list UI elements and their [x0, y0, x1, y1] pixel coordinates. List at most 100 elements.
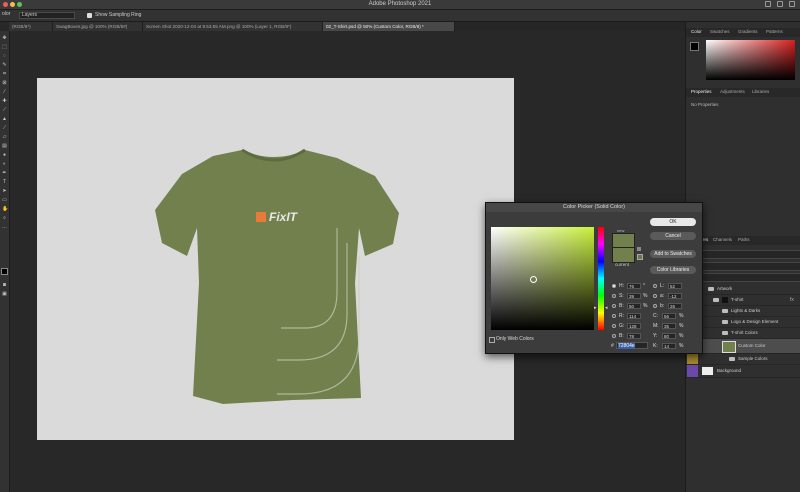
h-input[interactable]: 76 [627, 283, 641, 289]
workspace-icon[interactable] [777, 1, 783, 7]
brush-tool-icon[interactable]: ⟋ [2, 108, 7, 113]
h-field-row: H: 76 ° [612, 283, 652, 289]
tab-libraries[interactable]: Libraries [752, 89, 769, 94]
layer-filter-bar[interactable] [702, 250, 800, 259]
rectangle-tool-icon[interactable]: ▭ [2, 198, 7, 203]
color-field[interactable] [491, 227, 594, 330]
crop-tool-icon[interactable]: ⌗ [2, 72, 7, 77]
layer-lock-bar[interactable] [702, 273, 800, 282]
eyedropper-tool-icon[interactable]: ⁄ [2, 90, 7, 95]
type-tool-icon[interactable]: T [2, 180, 7, 185]
c-input[interactable]: 56 [662, 313, 676, 319]
r-radio[interactable] [612, 314, 616, 318]
pen-tool-icon[interactable]: ✒ [2, 171, 7, 176]
show-sampling-ring-checkbox[interactable] [87, 13, 92, 18]
tab-properties[interactable]: Properties [691, 89, 712, 94]
tab-patterns[interactable]: Patterns [766, 29, 783, 34]
title-bar: Adobe Photoshop 2021 [0, 0, 800, 10]
hex-prefix: # [611, 343, 614, 349]
panel-foreground-swatch[interactable] [690, 42, 699, 51]
tab-document-1[interactable]: (RGB/8*) [9, 22, 53, 31]
add-to-swatches-button[interactable]: Add to Swatches [650, 250, 696, 258]
only-web-colors-checkbox[interactable] [489, 337, 495, 343]
layer-effects-icon[interactable]: fx [790, 295, 794, 305]
tab-document-3[interactable]: Screen Shot 2020-12-04 at 9.53.55 AM.png… [143, 22, 323, 31]
visibility-eye-icon[interactable] [687, 365, 698, 377]
k-input[interactable]: 14 [662, 343, 676, 349]
a-input[interactable]: -12 [668, 293, 682, 299]
m-input[interactable]: 35 [662, 323, 676, 329]
zoom-tool-icon[interactable]: ⌕ [2, 216, 7, 221]
sample-select[interactable]: olor [0, 12, 10, 19]
current-color-swatch[interactable] [612, 247, 635, 263]
y-input[interactable]: 80 [662, 333, 676, 339]
m-field-row: M: 35% [653, 323, 684, 329]
tab-document-active[interactable]: 02_T-Shirt.psd @ 50% (Custom Color, RGB/… [323, 22, 455, 31]
eraser-tool-icon[interactable]: ▱ [2, 135, 7, 140]
s-input[interactable]: 39 [627, 293, 641, 299]
s-radio[interactable] [612, 294, 616, 298]
visibility-eye-icon[interactable] [687, 354, 698, 364]
marquee-tool-icon[interactable]: ⬚ [2, 45, 7, 50]
tab-swatches[interactable]: Swatches [710, 29, 730, 34]
blur-tool-icon[interactable]: ● [2, 153, 7, 158]
color-libraries-button[interactable]: Color Libraries [650, 266, 696, 274]
color-spectrum[interactable] [706, 40, 795, 80]
layer-row[interactable]: Sample Colors [686, 354, 800, 365]
lasso-tool-icon[interactable]: ◌ [2, 54, 7, 59]
blend-mode-select[interactable] [702, 262, 800, 271]
layer-row[interactable]: Background [686, 365, 800, 378]
tab-channels[interactable]: Channels [713, 237, 732, 242]
layer-row[interactable]: T-shirt fx [686, 295, 800, 306]
foreground-color-swatch[interactable] [1, 268, 8, 275]
layer-row[interactable]: Lights & Darks [686, 306, 800, 317]
gradient-tool-icon[interactable]: ▤ [2, 144, 7, 149]
tab-paths[interactable]: Paths [738, 237, 750, 242]
move-tool-icon[interactable]: ✥ [2, 36, 7, 41]
hue-slider-handle-right[interactable]: ◂ [605, 305, 608, 311]
path-select-tool-icon[interactable]: ➤ [2, 189, 7, 194]
hand-tool-icon[interactable]: ✋ [2, 207, 8, 212]
tab-adjustments[interactable]: Adjustments [720, 89, 745, 94]
g-input[interactable]: 128 [627, 323, 641, 329]
screen-mode-icon[interactable]: ▣ [2, 292, 7, 297]
cancel-button[interactable]: Cancel [650, 232, 696, 240]
layer-row-selected[interactable]: Custom Color [686, 339, 800, 354]
tab-document-2[interactable]: SwagBoxes.jpg @ 100% (RGB/8#) [53, 22, 143, 31]
share-icon[interactable] [789, 1, 795, 7]
frame-tool-icon[interactable]: ⊠ [2, 81, 7, 86]
quick-mask-icon[interactable]: ◙ [2, 283, 7, 288]
tab-gradients[interactable]: Gradients [738, 29, 758, 34]
layers-select[interactable]: Layers [19, 12, 75, 19]
more-tools-icon[interactable]: … [2, 225, 7, 230]
g-radio[interactable] [612, 324, 616, 328]
r-input[interactable]: 114 [627, 313, 641, 319]
a-radio[interactable] [653, 294, 657, 298]
healing-brush-tool-icon[interactable]: ✚ [2, 99, 7, 104]
tab-color[interactable]: Color [691, 29, 702, 34]
layer-row[interactable]: T-shirt Colors [686, 328, 800, 339]
blue-input[interactable]: 78 [627, 333, 641, 339]
dialog-title: Color Picker (Solid Color) [486, 203, 702, 212]
document-canvas[interactable]: FixIT [37, 78, 514, 440]
l-radio[interactable] [653, 284, 657, 288]
history-brush-tool-icon[interactable]: ⟋ [2, 126, 7, 131]
blue-radio[interactable] [612, 334, 616, 338]
ok-button[interactable]: OK [650, 218, 696, 226]
hue-slider[interactable] [598, 227, 604, 330]
quick-select-tool-icon[interactable]: ✎ [2, 63, 7, 68]
lab-b-radio[interactable] [653, 304, 657, 308]
hue-slider-handle[interactable]: ▸ [594, 305, 597, 311]
dodge-tool-icon[interactable]: ◐ [2, 162, 7, 167]
lab-b-input[interactable]: 26 [668, 303, 682, 309]
layer-row[interactable]: Artwork [686, 284, 800, 295]
hex-input[interactable]: 72804e [616, 342, 648, 349]
h-radio[interactable] [612, 284, 616, 288]
b-radio[interactable] [612, 304, 616, 308]
l-input[interactable]: 52 [668, 283, 682, 289]
search-icon[interactable] [765, 1, 771, 7]
stamp-tool-icon[interactable]: ▲ [2, 117, 7, 122]
layer-row[interactable]: Logo & Design Element [686, 317, 800, 328]
color-field-cursor[interactable] [530, 276, 537, 283]
b-input[interactable]: 50 [627, 303, 641, 309]
